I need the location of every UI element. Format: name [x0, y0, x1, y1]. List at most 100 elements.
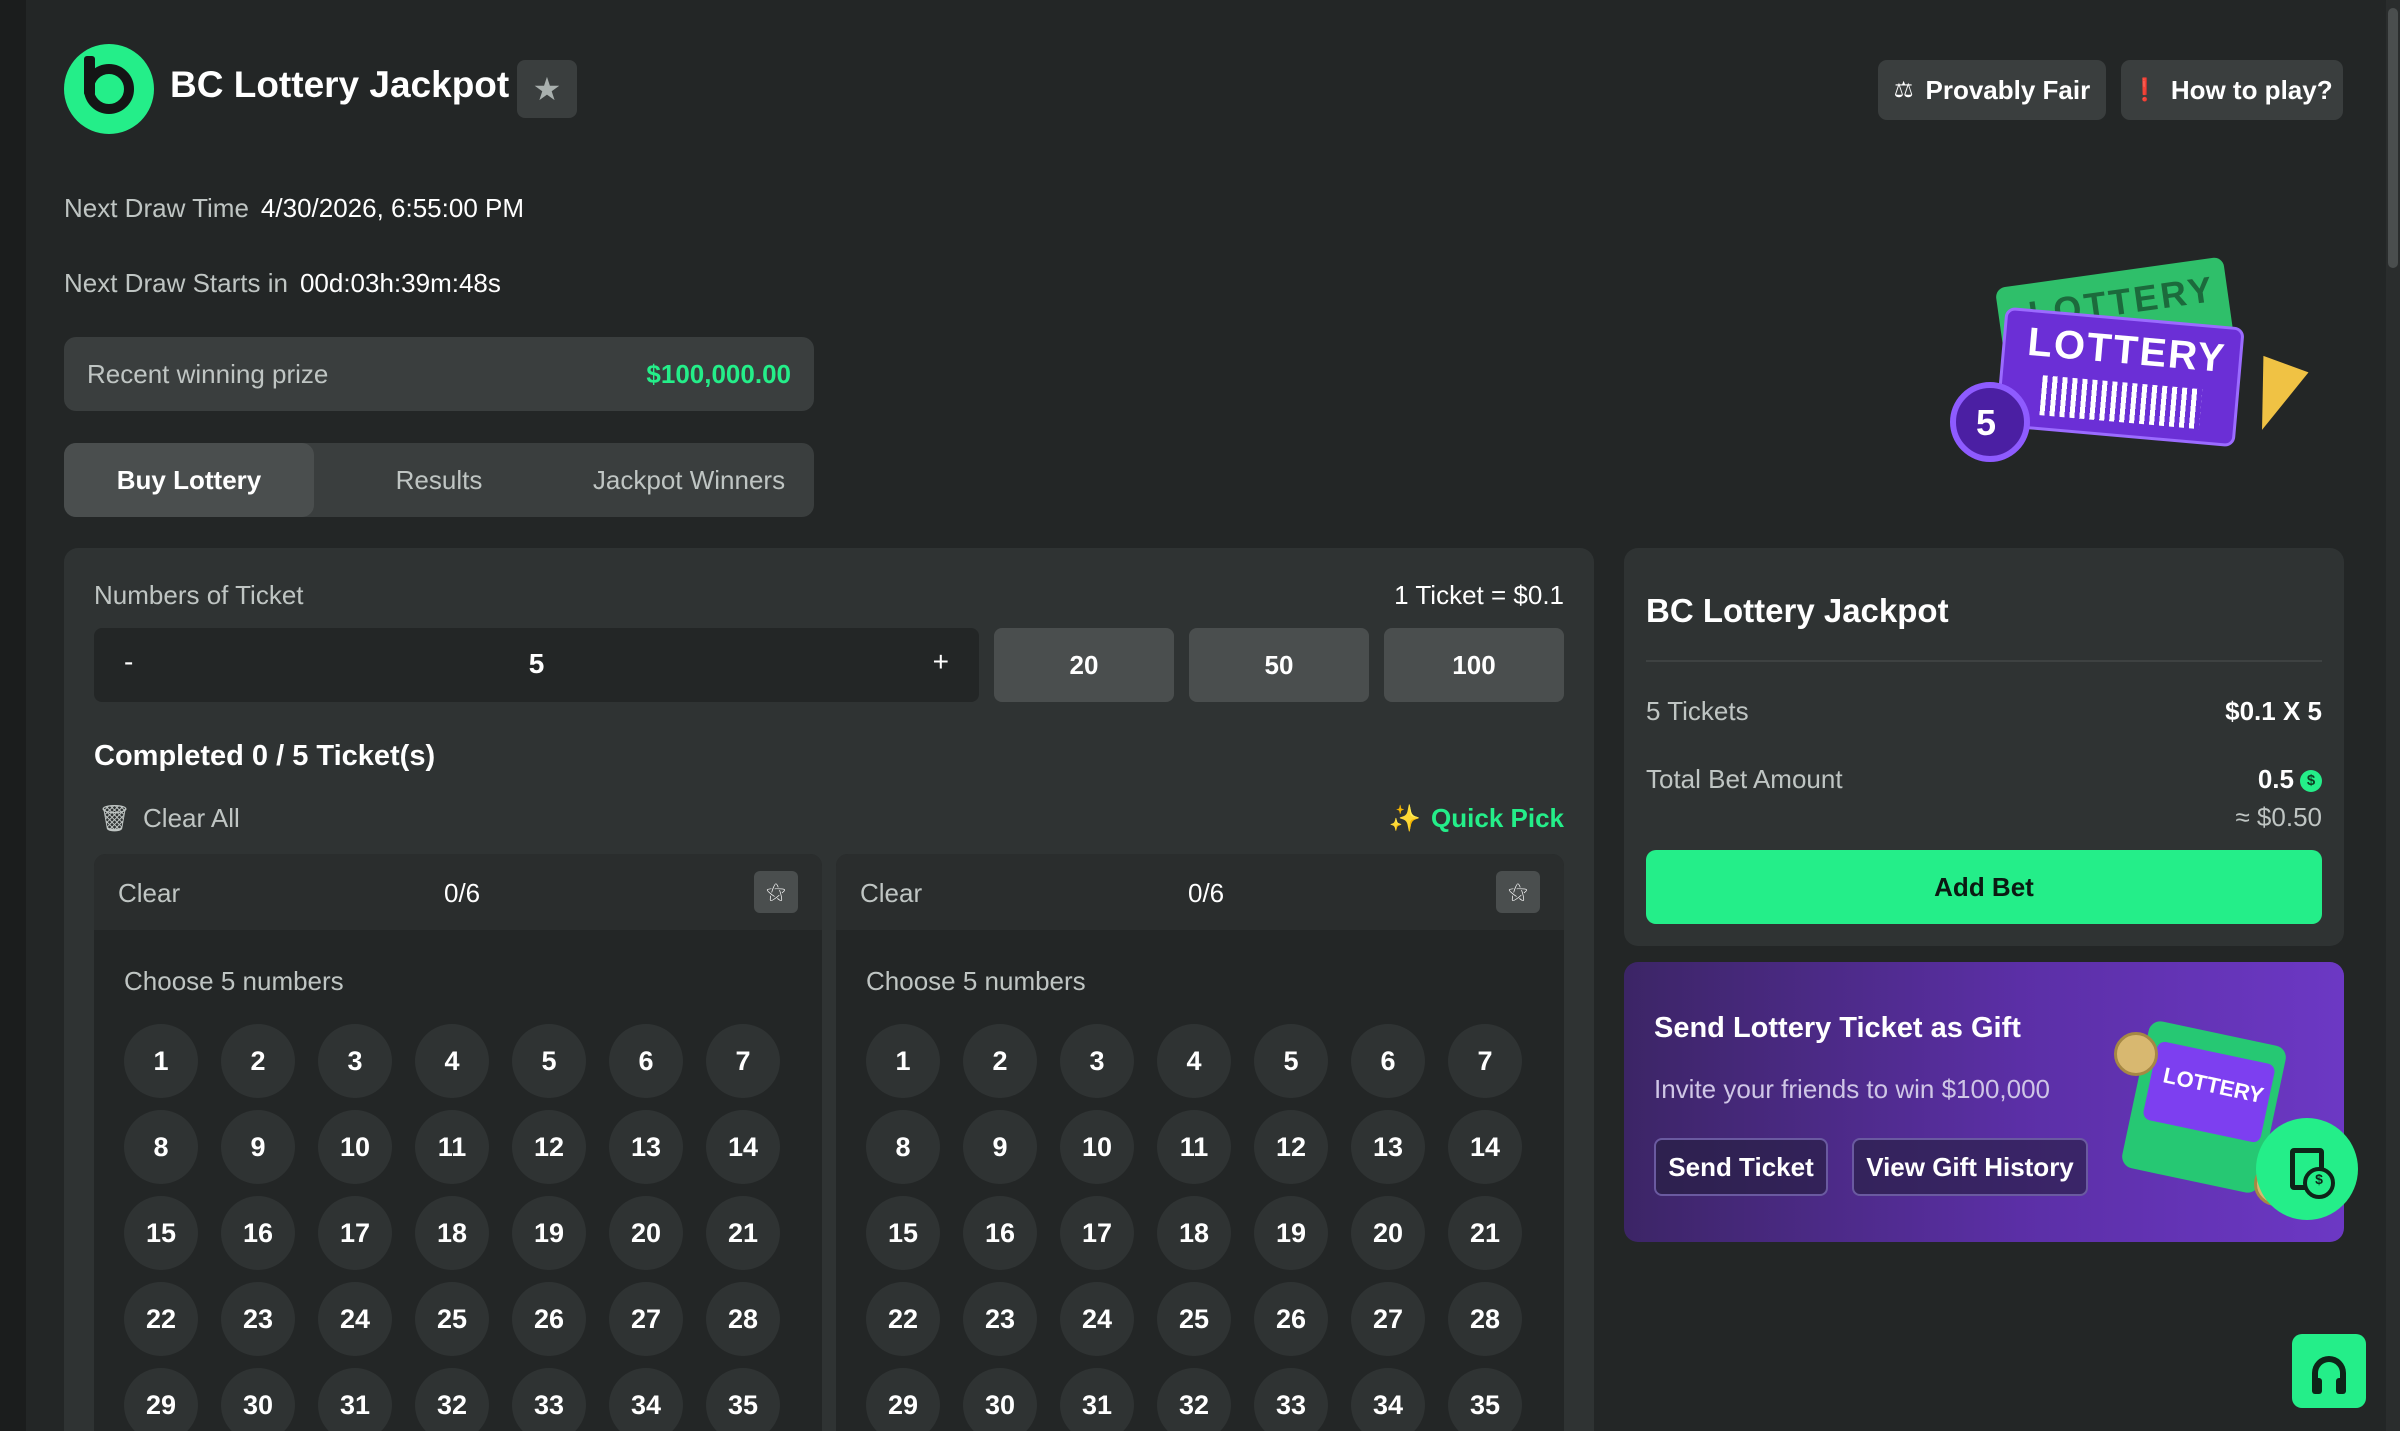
number-ball-4[interactable]: 4 — [1157, 1024, 1231, 1098]
bet-slip-floating-button[interactable] — [2256, 1118, 2358, 1220]
number-ball-25[interactable]: 25 — [415, 1282, 489, 1356]
quick-pick-button[interactable]: ✨ Quick Pick — [1389, 803, 1564, 834]
number-ball-2[interactable]: 2 — [221, 1024, 295, 1098]
number-ball-30[interactable]: 30 — [963, 1368, 1037, 1431]
ticket-quick-pick-button[interactable]: ⚝ — [754, 871, 798, 913]
send-ticket-button[interactable]: Send Ticket — [1654, 1138, 1828, 1196]
clear-all-button[interactable]: 🗑 Clear All — [98, 803, 240, 834]
number-ball-12[interactable]: 12 — [1254, 1110, 1328, 1184]
tab-results[interactable]: Results — [314, 443, 564, 517]
number-ball-10[interactable]: 10 — [1060, 1110, 1134, 1184]
number-ball-35[interactable]: 35 — [706, 1368, 780, 1431]
number-ball-30[interactable]: 30 — [221, 1368, 295, 1431]
ticket-quick-pick-button[interactable]: ⚝ — [1496, 871, 1540, 913]
number-ball-7[interactable]: 7 — [706, 1024, 780, 1098]
number-ball-9[interactable]: 9 — [221, 1110, 295, 1184]
number-ball-19[interactable]: 19 — [1254, 1196, 1328, 1270]
number-ball-16[interactable]: 16 — [963, 1196, 1037, 1270]
quantity-20-button[interactable]: 20 — [994, 628, 1174, 702]
scrollbar[interactable] — [2386, 0, 2400, 1431]
number-ball-22[interactable]: 22 — [124, 1282, 198, 1356]
number-ball-26[interactable]: 26 — [1254, 1282, 1328, 1356]
number-ball-3[interactable]: 3 — [1060, 1024, 1134, 1098]
live-support-button[interactable] — [2292, 1334, 2366, 1408]
number-ball-18[interactable]: 18 — [415, 1196, 489, 1270]
number-ball-11[interactable]: 11 — [415, 1110, 489, 1184]
number-ball-1[interactable]: 1 — [124, 1024, 198, 1098]
number-ball-4[interactable]: 4 — [415, 1024, 489, 1098]
number-ball-6[interactable]: 6 — [1351, 1024, 1425, 1098]
number-ball-15[interactable]: 15 — [124, 1196, 198, 1270]
quantity-100-button[interactable]: 100 — [1384, 628, 1564, 702]
number-ball-20[interactable]: 20 — [609, 1196, 683, 1270]
total-bet-value: 0.5 — [2257, 764, 2294, 794]
provably-fair-button[interactable]: ⚖ Provably Fair — [1878, 60, 2106, 120]
number-ball-5[interactable]: 5 — [1254, 1024, 1328, 1098]
number-ball-8[interactable]: 8 — [124, 1110, 198, 1184]
number-ball-19[interactable]: 19 — [512, 1196, 586, 1270]
number-ball-34[interactable]: 34 — [1351, 1368, 1425, 1431]
number-ball-21[interactable]: 21 — [1448, 1196, 1522, 1270]
number-ball-10[interactable]: 10 — [318, 1110, 392, 1184]
number-ball-2[interactable]: 2 — [963, 1024, 1037, 1098]
number-ball-13[interactable]: 13 — [1351, 1110, 1425, 1184]
number-ball-12[interactable]: 12 — [512, 1110, 586, 1184]
number-ball-16[interactable]: 16 — [221, 1196, 295, 1270]
number-ball-31[interactable]: 31 — [318, 1368, 392, 1431]
number-ball-29[interactable]: 29 — [124, 1368, 198, 1431]
number-ball-32[interactable]: 32 — [1157, 1368, 1231, 1431]
number-ball-9[interactable]: 9 — [963, 1110, 1037, 1184]
number-ball-20[interactable]: 20 — [1351, 1196, 1425, 1270]
number-ball-24[interactable]: 24 — [1060, 1282, 1134, 1356]
number-ball-32[interactable]: 32 — [415, 1368, 489, 1431]
number-ball-5[interactable]: 5 — [512, 1024, 586, 1098]
tab-jackpot-winners[interactable]: Jackpot Winners — [564, 443, 814, 517]
number-ball-33[interactable]: 33 — [1254, 1368, 1328, 1431]
favorite-star-button[interactable]: ★ — [517, 60, 577, 118]
increase-button[interactable]: + — [933, 646, 949, 678]
number-ball-13[interactable]: 13 — [609, 1110, 683, 1184]
number-ball-8[interactable]: 8 — [866, 1110, 940, 1184]
number-ball-28[interactable]: 28 — [1448, 1282, 1522, 1356]
number-grid: 1 2 3 4 5 6 7 8 9 10 11 12 13 14 15 16 17 18 19 20 21 22 23 24 2… — [866, 1024, 1522, 1431]
ticket-quantity-value[interactable]: 5 — [94, 648, 979, 680]
add-bet-button[interactable]: Add Bet — [1646, 850, 2322, 924]
number-ball-18[interactable]: 18 — [1157, 1196, 1231, 1270]
scale-icon: ⚖ — [1893, 77, 1914, 102]
number-ball-27[interactable]: 27 — [1351, 1282, 1425, 1356]
number-ball-7[interactable]: 7 — [1448, 1024, 1522, 1098]
decrease-button[interactable]: - — [124, 646, 133, 678]
number-ball-33[interactable]: 33 — [512, 1368, 586, 1431]
number-ball-23[interactable]: 23 — [963, 1282, 1037, 1356]
number-ball-25[interactable]: 25 — [1157, 1282, 1231, 1356]
number-ball-27[interactable]: 27 — [609, 1282, 683, 1356]
ticket-card-1: Clear 0/6 ⚝ Choose 5 numbers 1 2 3 4 5 6 7 8 9 10… — [94, 854, 822, 1431]
number-ball-14[interactable]: 14 — [706, 1110, 780, 1184]
number-ball-15[interactable]: 15 — [866, 1196, 940, 1270]
number-ball-28[interactable]: 28 — [706, 1282, 780, 1356]
number-ball-17[interactable]: 17 — [1060, 1196, 1134, 1270]
number-ball-21[interactable]: 21 — [706, 1196, 780, 1270]
number-ball-34[interactable]: 34 — [609, 1368, 683, 1431]
number-ball-35[interactable]: 35 — [1448, 1368, 1522, 1431]
number-ball-17[interactable]: 17 — [318, 1196, 392, 1270]
bc-logo-icon[interactable] — [64, 44, 154, 134]
ticket-clear-button[interactable]: Clear — [860, 878, 922, 909]
number-ball-29[interactable]: 29 — [866, 1368, 940, 1431]
how-to-play-button[interactable]: ❗ How to play? — [2121, 60, 2343, 120]
ticket-clear-button[interactable]: Clear — [118, 878, 180, 909]
tab-buy-lottery[interactable]: Buy Lottery — [64, 443, 314, 517]
number-ball-24[interactable]: 24 — [318, 1282, 392, 1356]
number-ball-23[interactable]: 23 — [221, 1282, 295, 1356]
number-ball-1[interactable]: 1 — [866, 1024, 940, 1098]
number-ball-31[interactable]: 31 — [1060, 1368, 1134, 1431]
number-ball-26[interactable]: 26 — [512, 1282, 586, 1356]
view-gift-history-button[interactable]: View Gift History — [1852, 1138, 2088, 1196]
number-ball-14[interactable]: 14 — [1448, 1110, 1522, 1184]
quantity-50-button[interactable]: 50 — [1189, 628, 1369, 702]
scrollbar-thumb[interactable] — [2388, 8, 2398, 268]
number-ball-6[interactable]: 6 — [609, 1024, 683, 1098]
number-ball-3[interactable]: 3 — [318, 1024, 392, 1098]
number-ball-11[interactable]: 11 — [1157, 1110, 1231, 1184]
number-ball-22[interactable]: 22 — [866, 1282, 940, 1356]
